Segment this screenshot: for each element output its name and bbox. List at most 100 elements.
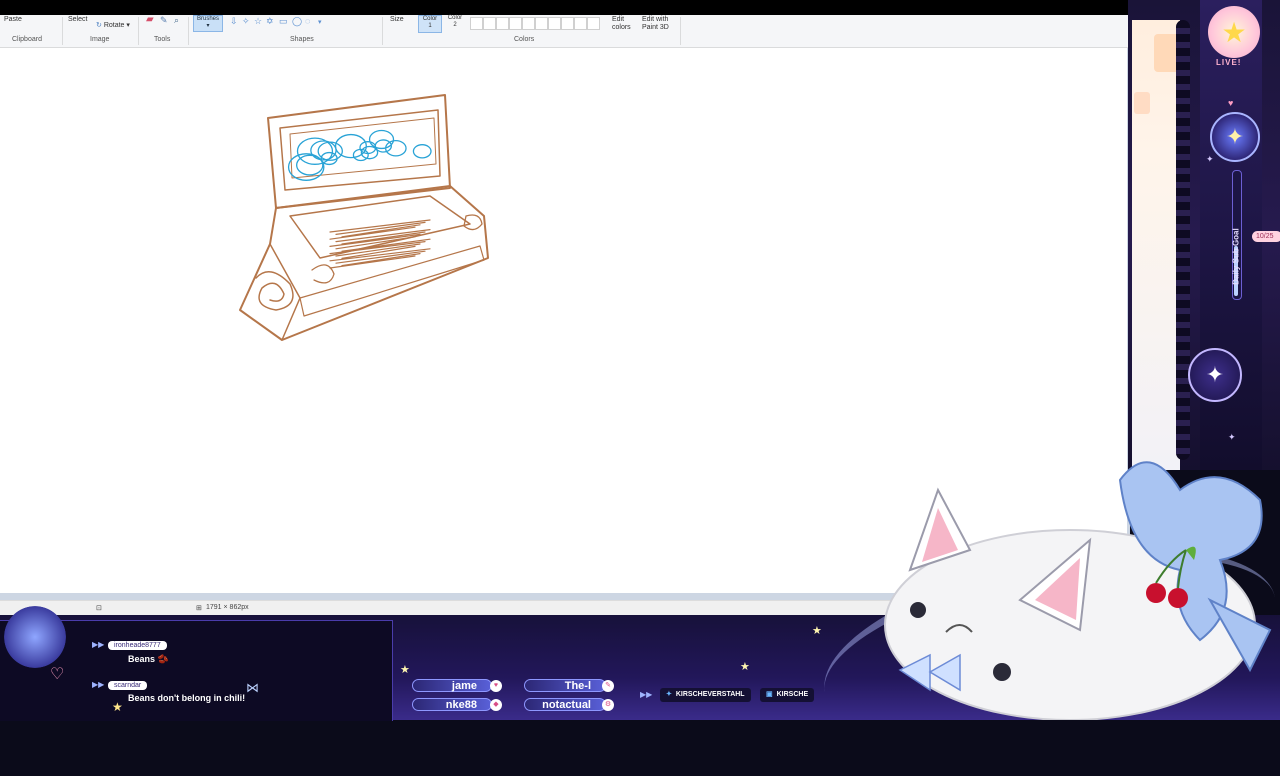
pencil-icon: ✎ <box>602 680 614 692</box>
sub-goal-count: 10/25 <box>1252 231 1280 242</box>
shapes-more-icon[interactable]: ▾ <box>318 18 322 26</box>
chat-message: Beans 🫘 <box>128 654 169 664</box>
overlay-frame-pane <box>1132 20 1184 470</box>
arrow-shape-icon[interactable]: ⇩ <box>230 16 238 27</box>
color-swatch[interactable] <box>574 17 587 30</box>
mascot-cat <box>884 461 1272 720</box>
star-icon: ★ <box>740 661 750 673</box>
sketch-screen-scribble-stroke <box>287 129 432 181</box>
ticker-pill-text: nke88 <box>445 699 477 711</box>
twitch-tag[interactable]: ▣ KIRSCHE <box>760 688 815 702</box>
ribbon-separator <box>680 17 681 45</box>
mascot-eye-left <box>910 602 926 618</box>
brushes-label: Brushes <box>196 16 219 22</box>
heart-icon: ♥ <box>1228 98 1234 108</box>
star4-shape-icon[interactable]: ✧ <box>242 16 250 27</box>
butterfly-star-icon: ✦ <box>1210 112 1260 162</box>
color-swatch[interactable] <box>561 17 574 30</box>
top-strip <box>0 0 1180 15</box>
bow-icon: ⋈ <box>246 680 259 695</box>
star6-shape-icon[interactable]: ✡ <box>266 16 274 27</box>
color2-label: Color 2 <box>447 15 463 28</box>
star-icon: ★ <box>400 664 410 676</box>
overlay-scallop-border <box>1176 20 1190 460</box>
rotate-label: Rotate <box>103 22 125 29</box>
star-icon: ★ <box>112 700 123 714</box>
brushes-button[interactable]: Brushes ▾ <box>193 15 223 32</box>
color-swatch[interactable] <box>587 17 600 30</box>
color-swatch[interactable] <box>483 17 496 30</box>
color-swatch[interactable] <box>509 17 522 30</box>
ticker-pill: notactual <box>524 698 606 711</box>
star-icon: ★ <box>812 625 822 637</box>
color-swatch[interactable] <box>535 17 548 30</box>
callout-cloud-icon[interactable]: ◌ <box>305 16 310 26</box>
twitch-handle: KIRSCHE <box>776 691 809 698</box>
color-swatch[interactable] <box>496 17 509 30</box>
magnifier-icon[interactable]: ⌕ <box>174 16 179 25</box>
group-label-shapes: Shapes <box>290 36 314 43</box>
canvas-dimensions: 1791 × 862px <box>206 604 249 611</box>
group-label-colors: Colors <box>514 36 535 43</box>
ribbon-separator <box>188 17 189 45</box>
sparkle-icon: ✦ <box>1206 154 1214 164</box>
mascot-cherry <box>1146 583 1166 603</box>
sketch-base-side <box>269 243 301 341</box>
ribbon-separator <box>138 17 139 45</box>
sketch-speaker <box>255 271 294 311</box>
group-label-tools: Tools <box>154 36 171 43</box>
rotate-button[interactable]: ↻ Rotate ▾ <box>96 22 130 30</box>
chat-arrow-icon: ▶▶ <box>92 680 105 689</box>
mascot-cherry <box>1168 588 1188 608</box>
chat-arrow-icon: ▶▶ <box>92 640 105 649</box>
color1-label: Color 1 <box>422 16 438 29</box>
ticker-pill: The-l <box>524 679 606 692</box>
sub-goal-label: Daily Sub Goal <box>1231 228 1241 285</box>
mascot-eye-right <box>993 663 1011 681</box>
edit-colors-button[interactable]: Edit colors <box>612 16 631 32</box>
ribbon-separator <box>62 17 63 45</box>
selection-icon: ⊡ <box>96 605 102 612</box>
group-label-clipboard: Clipboard <box>12 36 42 43</box>
color1-button[interactable]: Color 1 <box>418 15 442 33</box>
paint-ribbon: Paste Select ↻ Rotate ▾ ▰ ✎ ⌕ Brushes ▾ ⇩… <box>0 15 1180 48</box>
select-button[interactable]: Select <box>68 16 87 24</box>
chat-message: Beans don't belong in chili! <box>128 693 246 703</box>
chat-username: ironheade8777 <box>108 641 167 650</box>
live-badge: LIVE! <box>1216 58 1242 67</box>
twitter-bird-icon: ✦ <box>666 691 672 698</box>
chat-avatar-icon <box>4 606 66 668</box>
chat-username: scarndar <box>108 681 148 690</box>
ticker-pill-text: The-l <box>564 680 591 692</box>
chat-arrow-icon: ▶▶ <box>640 690 653 699</box>
star-badge-icon: ★ <box>1208 6 1260 58</box>
callout-oval-icon[interactable]: ◯ <box>292 16 302 27</box>
color2-button[interactable]: Color 2 <box>444 15 466 31</box>
ticker-pill-text: notactual <box>542 699 591 711</box>
color-swatch[interactable] <box>548 17 561 30</box>
ticker-pill: nke88 <box>412 698 492 711</box>
star5-shape-icon[interactable]: ☆ <box>254 16 262 27</box>
heart-icon: ♡ <box>50 666 65 683</box>
eraser-icon[interactable]: ▰ <box>146 15 154 25</box>
ticker-pill: jame <box>412 679 492 692</box>
size-button[interactable]: Size <box>390 16 404 24</box>
sketch-base-top <box>289 195 471 259</box>
rotate-icon: ↻ <box>96 22 102 29</box>
ticker-pill-text: jame <box>451 680 477 692</box>
heart-icon: ♥ <box>490 680 502 692</box>
color-swatch[interactable] <box>470 17 483 30</box>
edit-with-paint3d-button[interactable]: Edit with Paint 3D <box>642 16 669 32</box>
sparkle-icon: ✦ <box>1228 432 1236 442</box>
canvas-size-icon: ⊞ <box>196 605 202 612</box>
sketch-screen-scribble <box>287 129 432 181</box>
twitter-tag[interactable]: ✦ KIRSCHEVERSTAHL <box>660 688 751 702</box>
color-picker-icon[interactable]: ✎ <box>160 16 168 25</box>
sparkle-icon: ✦ <box>1188 348 1242 402</box>
color-swatch[interactable] <box>522 17 535 30</box>
gear-icon: ⚙ <box>602 699 614 711</box>
twitter-handle: KIRSCHEVERSTAHL <box>675 691 745 698</box>
diamond-icon: ◆ <box>490 699 502 711</box>
paste-button[interactable]: Paste <box>4 16 22 24</box>
callout-rect-icon[interactable]: ▭ <box>279 16 288 27</box>
